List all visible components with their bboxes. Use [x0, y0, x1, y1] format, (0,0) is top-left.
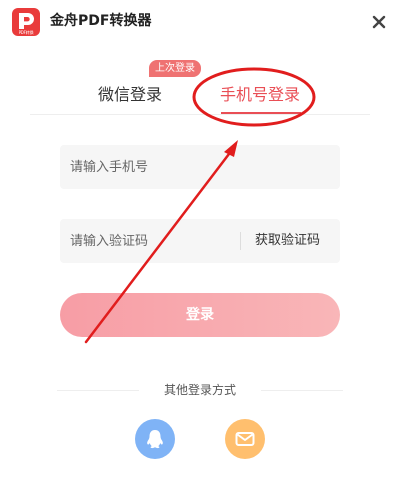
- get-code-button[interactable]: 获取验证码: [255, 219, 320, 263]
- email-login-button[interactable]: [225, 419, 265, 459]
- mail-icon: [235, 432, 255, 446]
- phone-input[interactable]: [60, 145, 340, 189]
- tabs-divider: [30, 114, 370, 115]
- logo-text: PDF转换: [18, 30, 34, 35]
- tab-wechat-login[interactable]: 微信登录: [98, 84, 162, 106]
- divider-right: [261, 390, 343, 391]
- qq-icon: [147, 430, 163, 449]
- code-input[interactable]: [60, 219, 238, 263]
- last-login-badge: 上次登录: [149, 60, 201, 77]
- other-login-label: 其他登录方式: [163, 383, 236, 397]
- divider-left: [57, 390, 139, 391]
- title-bar: PDF转换 金舟PDF转换器: [0, 0, 400, 44]
- app-title: 金舟PDF转换器: [50, 13, 152, 29]
- login-button[interactable]: 登录: [60, 293, 340, 337]
- code-field: 获取验证码: [60, 219, 340, 263]
- close-icon: [372, 15, 386, 29]
- field-separator: [240, 232, 241, 250]
- phone-field: [60, 145, 340, 189]
- close-button[interactable]: [364, 8, 394, 36]
- qq-login-button[interactable]: [135, 419, 175, 459]
- tab-phone-login[interactable]: 手机号登录: [220, 84, 300, 106]
- app-logo: PDF转换: [12, 8, 40, 36]
